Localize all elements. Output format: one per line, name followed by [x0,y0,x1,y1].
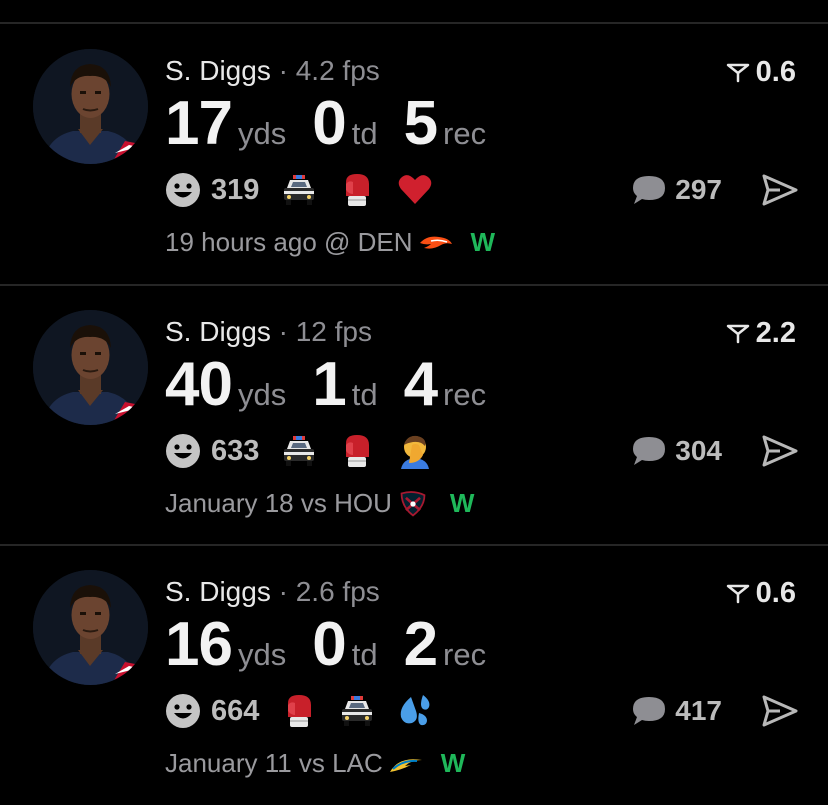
smiley-icon[interactable] [165,433,201,469]
reaction-count: 664 [211,694,260,727]
player-avatar[interactable] [33,310,148,425]
comment-icon[interactable] [631,174,667,206]
post-actions: 417 [631,691,798,731]
score-badge: 0.6 [726,577,796,610]
share-icon[interactable] [762,695,798,727]
reaction-bar: 319 [165,170,455,210]
comment-icon[interactable] [631,435,667,467]
heart-icon[interactable] [397,172,433,208]
share-icon[interactable] [762,435,798,467]
rec-unit: rec [443,637,487,672]
comment-icon[interactable] [631,695,667,727]
player-name[interactable]: S. Diggs [165,576,271,607]
yards-unit: yds [237,116,287,151]
td-value: 0 [312,610,346,679]
share-icon[interactable] [762,174,798,206]
rec-unit: rec [443,377,487,412]
rec-value: 5 [403,89,438,158]
yards-unit: yds [237,377,287,412]
game-meta: 19 hours ago @ DEN W [165,227,495,258]
post-title: S. Diggs · 12 fps [165,316,372,347]
funnel-icon [726,583,750,605]
reaction-bar: 633 [165,431,455,471]
fps-value: 2.6 fps [295,576,380,607]
stat-line: 40 yds 1 td 4 rec [165,349,486,420]
player-avatar[interactable] [33,49,148,164]
stat-line: 17 yds 0 td 5 rec [165,88,486,159]
police-car-icon[interactable] [281,433,317,469]
post-card[interactable]: S. Diggs · 2.6 fps 0.6 16 yds 0 td 2 rec… [0,545,828,805]
comment-count: 417 [675,695,722,726]
post-title: S. Diggs · 4.2 fps [165,55,380,86]
post-title: S. Diggs · 2.6 fps [165,576,380,607]
smiley-icon[interactable] [165,693,201,729]
reaction-count: 633 [211,434,260,467]
reaction-bar: 664 [165,691,455,731]
post-actions: 304 [631,431,798,471]
score-badge: 2.2 [726,317,796,350]
game-info: January 18 vs HOU [165,488,392,518]
reaction-count: 319 [211,173,260,206]
game-result: W [440,748,466,778]
post-card[interactable]: S. Diggs · 4.2 fps 0.6 17 yds 0 td 5 rec… [0,24,828,284]
rec-value: 4 [403,350,438,419]
comment-count: 304 [675,435,722,466]
smiley-icon[interactable] [165,172,201,208]
broncos-logo-icon [419,229,453,257]
boxing-glove-icon[interactable] [339,433,375,469]
player-name[interactable]: S. Diggs [165,316,271,347]
game-meta: January 11 vs LAC W [165,748,465,779]
game-result: W [470,227,496,257]
funnel-icon [726,323,750,345]
sweat-droplets-icon[interactable] [397,693,433,729]
game-result: W [449,488,475,518]
post-actions: 297 [631,170,798,210]
td-unit: td [351,377,378,412]
police-car-icon[interactable] [339,693,375,729]
boxing-glove-icon[interactable] [339,172,375,208]
funnel-icon [726,62,750,84]
yards-unit: yds [237,637,287,672]
fps-value: 4.2 fps [295,55,380,86]
td-value: 1 [312,350,346,419]
player-avatar[interactable] [33,570,148,685]
score-badge: 0.6 [726,56,796,89]
game-info: 19 hours ago @ DEN [165,227,413,257]
fps-value: 12 fps [295,316,372,347]
game-meta: January 18 vs HOU W [165,488,474,519]
game-info: January 11 vs LAC [165,748,383,778]
facepalm-icon[interactable] [397,433,433,469]
yards-value: 16 [165,610,233,679]
chargers-logo-icon [389,750,423,778]
td-unit: td [351,116,378,151]
police-car-icon[interactable] [281,172,317,208]
yards-value: 17 [165,89,233,158]
yards-value: 40 [165,350,233,419]
td-unit: td [351,637,378,672]
player-name[interactable]: S. Diggs [165,55,271,86]
rec-value: 2 [403,610,438,679]
texans-logo-icon [398,490,432,518]
rec-unit: rec [443,116,487,151]
post-card[interactable]: S. Diggs · 12 fps 2.2 40 yds 1 td 4 rec … [0,285,828,545]
boxing-glove-icon[interactable] [281,693,317,729]
td-value: 0 [312,89,346,158]
comment-count: 297 [675,174,722,205]
stat-line: 16 yds 0 td 2 rec [165,609,486,680]
